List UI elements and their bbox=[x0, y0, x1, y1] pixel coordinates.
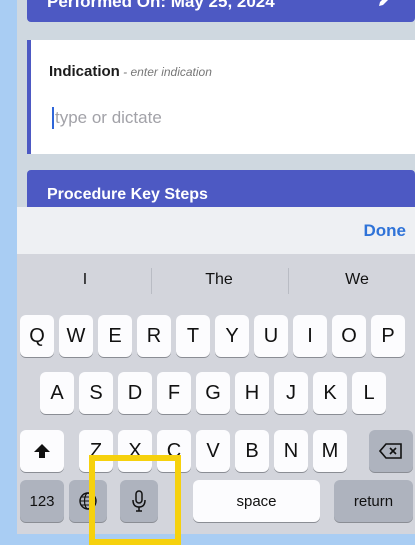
globe-key[interactable] bbox=[69, 480, 107, 522]
shift-key[interactable] bbox=[20, 430, 64, 472]
key-q[interactable]: Q bbox=[20, 315, 54, 357]
procedure-key-steps-title: Procedure Key Steps bbox=[47, 186, 208, 203]
indication-hint: - enter indication bbox=[119, 65, 212, 79]
key-i[interactable]: I bbox=[293, 315, 327, 357]
key-h[interactable]: H bbox=[235, 372, 269, 414]
suggestion-2[interactable]: The bbox=[159, 271, 279, 289]
space-key[interactable]: space bbox=[193, 480, 320, 522]
keyboard-toolbar: Done bbox=[17, 207, 415, 254]
suggestion-3[interactable]: We bbox=[297, 271, 415, 289]
numbers-key[interactable]: 123 bbox=[20, 480, 64, 522]
key-m[interactable]: M bbox=[313, 430, 347, 472]
dictation-key[interactable] bbox=[120, 480, 158, 522]
background-strip bbox=[0, 0, 17, 534]
suggestion-divider bbox=[288, 268, 289, 294]
key-g[interactable]: G bbox=[196, 372, 230, 414]
performed-on-banner[interactable]: Performed On: May 25, 2024 bbox=[27, 0, 415, 22]
microphone-icon bbox=[131, 490, 147, 512]
backspace-key[interactable] bbox=[369, 430, 413, 472]
key-j[interactable]: J bbox=[274, 372, 308, 414]
keyboard: I The We Q W E R T Y U I O P A S D F G H… bbox=[17, 254, 415, 534]
suggestion-1[interactable]: I bbox=[25, 271, 145, 289]
done-button[interactable]: Done bbox=[364, 221, 407, 241]
suggestion-divider bbox=[151, 268, 152, 294]
key-d[interactable]: D bbox=[118, 372, 152, 414]
key-a[interactable]: A bbox=[40, 372, 74, 414]
key-k[interactable]: K bbox=[313, 372, 347, 414]
key-v[interactable]: V bbox=[196, 430, 230, 472]
app-screen: Performed On: May 25, 2024 Indication - … bbox=[17, 0, 415, 534]
key-u[interactable]: U bbox=[254, 315, 288, 357]
indication-card: Indication - enter indication type or di… bbox=[27, 40, 415, 154]
key-n[interactable]: N bbox=[274, 430, 308, 472]
key-t[interactable]: T bbox=[176, 315, 210, 357]
key-p[interactable]: P bbox=[371, 315, 405, 357]
indication-title: Indication - enter indication bbox=[49, 63, 212, 80]
indication-input[interactable]: type or dictate bbox=[55, 108, 162, 128]
globe-icon bbox=[78, 491, 98, 511]
key-r[interactable]: R bbox=[137, 315, 171, 357]
indication-label: Indication bbox=[49, 63, 120, 80]
text-cursor bbox=[52, 107, 54, 129]
key-z[interactable]: Z bbox=[79, 430, 113, 472]
key-w[interactable]: W bbox=[59, 315, 93, 357]
shift-icon bbox=[33, 442, 51, 460]
key-y[interactable]: Y bbox=[215, 315, 249, 357]
key-x[interactable]: X bbox=[118, 430, 152, 472]
performed-on-text: Performed On: May 25, 2024 bbox=[47, 0, 275, 11]
key-e[interactable]: E bbox=[98, 315, 132, 357]
key-s[interactable]: S bbox=[79, 372, 113, 414]
return-key[interactable]: return bbox=[334, 480, 413, 522]
key-f[interactable]: F bbox=[157, 372, 191, 414]
backspace-icon bbox=[379, 442, 403, 460]
key-o[interactable]: O bbox=[332, 315, 366, 357]
edit-icon[interactable] bbox=[377, 0, 393, 8]
key-c[interactable]: C bbox=[157, 430, 191, 472]
suggestion-bar: I The We bbox=[17, 254, 415, 304]
key-l[interactable]: L bbox=[352, 372, 386, 414]
key-b[interactable]: B bbox=[235, 430, 269, 472]
